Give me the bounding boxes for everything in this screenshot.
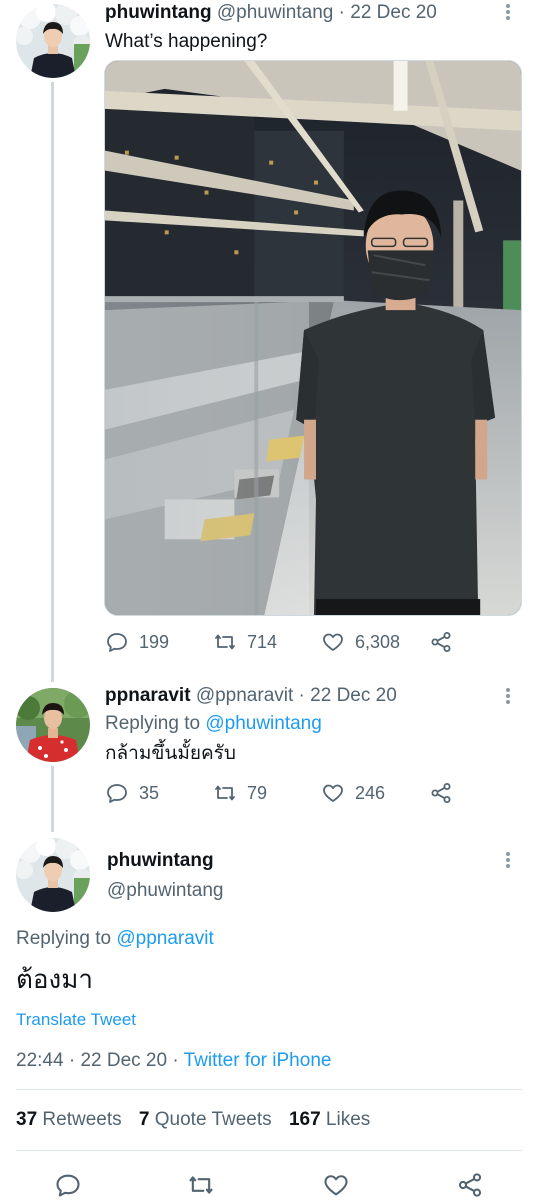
main-time[interactable]: 22:44: [16, 1050, 64, 1071]
reply-icon: [56, 1174, 80, 1197]
tweet2-actions: 35 79 246: [105, 781, 465, 811]
tweet2-dot: ·: [298, 685, 305, 706]
more-icon[interactable]: [500, 850, 516, 870]
engagement-stats: 37 Retweets 7 Quote Tweets 167 Likes: [16, 1108, 382, 1132]
tweet2-reply-button[interactable]: 35: [105, 781, 159, 805]
avatar-phuwintang[interactable]: [16, 4, 90, 78]
likes-count[interactable]: 167: [289, 1109, 321, 1130]
tweet1-dot: ·: [338, 2, 345, 23]
main-handle[interactable]: @phuwintang: [107, 879, 223, 903]
tweet2-display-name[interactable]: ppnaravit: [105, 685, 191, 706]
like-icon: [324, 1175, 348, 1196]
tweet2-replying-prefix: Replying to: [105, 713, 201, 734]
main-dot2: ·: [172, 1050, 179, 1071]
retweets-label[interactable]: Retweets: [42, 1109, 121, 1130]
divider: [16, 1150, 522, 1151]
quote-tweets-label[interactable]: Quote Tweets: [155, 1109, 272, 1130]
tweet1-retweet-button[interactable]: 714: [213, 630, 277, 654]
tweet2-replying-to-link[interactable]: @phuwintang: [205, 713, 321, 734]
tweet2-reply-count: 35: [139, 782, 160, 803]
main-share-button[interactable]: [456, 1171, 484, 1199]
translate-tweet-link[interactable]: Translate Tweet: [16, 1008, 136, 1032]
tweet1-text: What’s happening?: [105, 31, 268, 52]
tweet1-like-count: 6,308: [355, 631, 401, 652]
tweet1-retweet-count: 714: [247, 631, 278, 652]
tweet2-retweet-count: 79: [247, 782, 268, 803]
tweet2-text: กล้ามขึ้นมั้ยครับ: [105, 743, 236, 764]
main-reply-button[interactable]: [54, 1171, 82, 1199]
more-icon[interactable]: [500, 686, 516, 706]
main-timestamp-row: 22:44 · 22 Dec 20 · Twitter for iPhone: [16, 1049, 331, 1073]
tweet1-header: phuwintang @phuwintang · 22 Dec 20: [105, 1, 437, 25]
tweet2-like-button[interactable]: 246: [321, 781, 385, 805]
main-replying-to-link[interactable]: @ppnaravit: [116, 928, 213, 949]
main-date[interactable]: 22 Dec 20: [80, 1050, 167, 1071]
tweet2-header: ppnaravit @ppnaravit · 22 Dec 20: [105, 684, 397, 708]
share-icon: [458, 1173, 482, 1197]
tweet2-like-count: 246: [355, 782, 386, 803]
retweet-icon: [215, 785, 235, 801]
share-icon: [431, 632, 451, 652]
retweets-count[interactable]: 37: [16, 1109, 37, 1130]
main-replying-prefix: Replying to: [16, 928, 112, 949]
tweet1-display-name[interactable]: phuwintang: [105, 2, 212, 23]
tweet2-share-button[interactable]: [429, 781, 453, 805]
main-retweet-button[interactable]: [187, 1171, 215, 1199]
tweet1-handle[interactable]: @phuwintang: [217, 2, 333, 23]
retweet-icon: [189, 1176, 213, 1194]
main-client-link[interactable]: Twitter for iPhone: [184, 1050, 332, 1071]
main-like-button[interactable]: [322, 1171, 350, 1199]
divider: [16, 1089, 522, 1090]
tweet2-replying: Replying to @phuwintang: [105, 712, 322, 736]
tweet1-photo[interactable]: [104, 60, 522, 616]
thread-line-1: [51, 82, 54, 682]
tweet1-like-button[interactable]: 6,308: [321, 630, 400, 654]
reply-icon: [107, 784, 127, 803]
quote-tweets-count[interactable]: 7: [139, 1109, 150, 1130]
tweet1-reply-button[interactable]: 199: [105, 630, 169, 654]
avatar-ppnaravit[interactable]: [16, 688, 90, 762]
thread-line-2: [51, 766, 54, 832]
tweet1-share-button[interactable]: [429, 630, 453, 654]
tweet2-retweet-button[interactable]: 79: [213, 781, 267, 805]
tweet1-date[interactable]: 22 Dec 20: [350, 2, 437, 23]
tweet2-date[interactable]: 22 Dec 20: [310, 685, 397, 706]
tweet2-handle[interactable]: @ppnaravit: [196, 685, 293, 706]
likes-label[interactable]: Likes: [326, 1109, 370, 1130]
main-action-bar: [0, 1168, 538, 1200]
reply-icon: [107, 633, 127, 652]
like-icon: [323, 784, 343, 802]
like-icon: [323, 633, 343, 651]
avatar-phuwintang-main[interactable]: [16, 838, 90, 912]
main-display-name[interactable]: phuwintang: [107, 849, 214, 873]
tweet1-actions: 199 714 6,308: [105, 630, 465, 660]
retweet-icon: [215, 634, 235, 650]
more-icon[interactable]: [500, 2, 516, 22]
main-tweet-text: ต้องมา: [16, 964, 93, 994]
main-replying: Replying to @ppnaravit: [16, 927, 214, 951]
main-dot: ·: [68, 1050, 76, 1071]
share-icon: [431, 783, 451, 803]
tweet1-reply-count: 199: [139, 631, 170, 652]
